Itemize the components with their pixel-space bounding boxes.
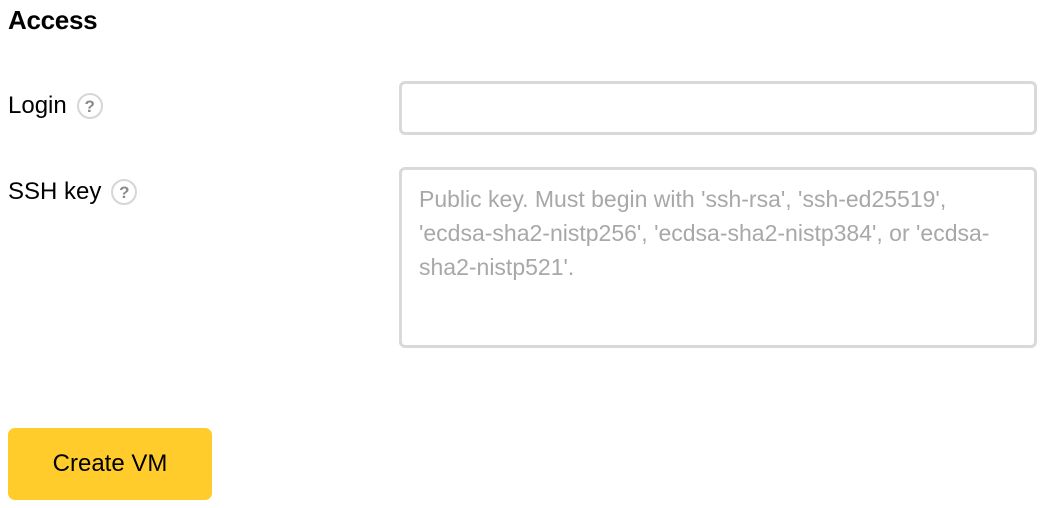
- ssh-key-label: SSH key: [8, 178, 102, 205]
- ssh-key-label-row: SSH key ?: [8, 177, 138, 207]
- ssh-key-textarea[interactable]: [399, 167, 1037, 348]
- login-label: Login: [8, 92, 67, 119]
- access-form: Access Login ? SSH key ? Create VM: [0, 0, 1046, 508]
- login-help-icon[interactable]: ?: [76, 93, 103, 119]
- create-vm-button[interactable]: Create VM: [8, 428, 212, 500]
- login-label-row: Login ?: [8, 91, 103, 121]
- login-input[interactable]: [399, 81, 1037, 135]
- ssh-key-help-icon[interactable]: ?: [111, 179, 138, 205]
- section-title: Access: [8, 5, 98, 35]
